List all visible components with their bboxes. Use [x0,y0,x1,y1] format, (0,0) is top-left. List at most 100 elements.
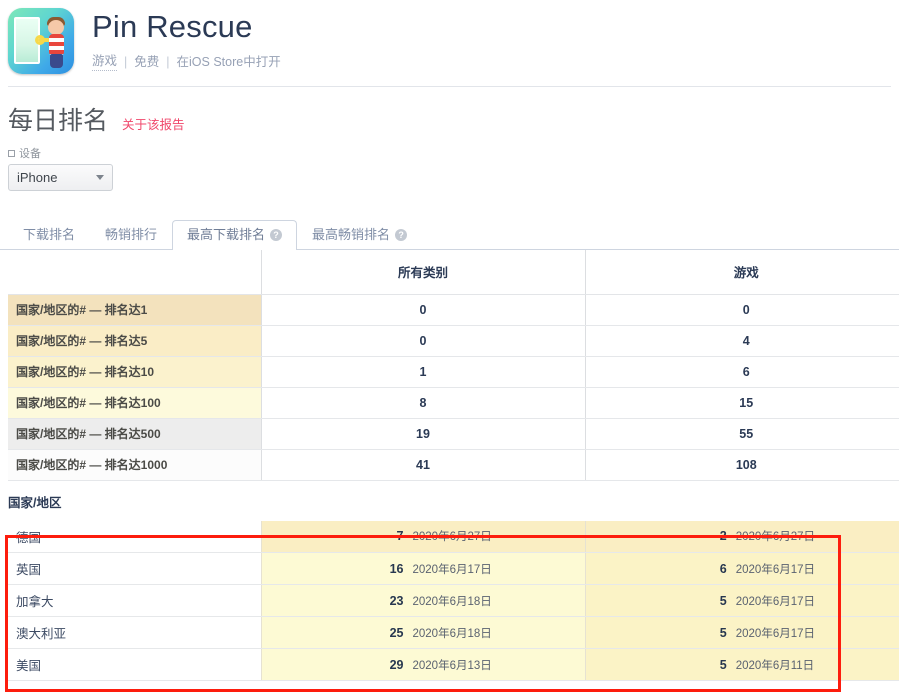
threshold-all-value: 8 [260,387,585,419]
threshold-header-blank [8,250,261,295]
country-name: 英国 [8,552,261,585]
device-filter-label: 设备 [19,148,41,160]
character-head-icon [48,20,64,35]
app-category[interactable]: 游戏 [92,53,118,71]
threshold-table: 所有类别 游戏 国家/地区的# — 排名达1 0 0 国家/地区的# — 排名达… [8,250,899,481]
country-all-date: 2020年6月17日 [412,563,492,576]
tab-top-grossing-rank[interactable]: 最高畅销排名 ? [297,220,422,250]
threshold-header-all-categories: 所有类别 [260,250,585,295]
tab-grossing-rank[interactable]: 畅销排行 [90,220,172,250]
country-all-date: 2020年6月18日 [412,595,492,608]
country-table: 德国 7 2020年6月27日 2 2020年6月27日 英国 16 2020年… [8,520,899,681]
country-all-date: 2020年6月13日 [412,659,492,672]
threshold-all-value: 0 [260,294,585,326]
table-row: 国家/地区的# — 排名达1 0 0 [8,294,899,326]
rank-tabs: 下载排名 畅销排行 最高下载排名 ? 最高畅销排名 ? [0,219,899,250]
country-all-date: 2020年6月27日 [412,531,492,544]
threshold-table-wrap: 所有类别 游戏 国家/地区的# — 排名达1 0 0 国家/地区的# — 排名达… [0,250,899,481]
help-icon[interactable]: ? [395,229,408,241]
threshold-all-value: 41 [260,449,585,481]
app-subtitle: 游戏 | 免费 | 在iOS Store中打开 [92,53,281,71]
country-all-cell: 7 2020年6月27日 [260,520,585,553]
threshold-header-games: 游戏 [584,250,899,295]
country-games-date: 2020年6月17日 [735,627,816,640]
threshold-games-value: 108 [584,449,899,481]
country-all-rank: 25 [389,625,404,640]
country-name: 澳大利亚 [8,616,261,649]
tab-top-download-rank[interactable]: 最高下载排名 ? [172,220,298,250]
device-filter: 设备 iPhone [0,137,899,191]
country-games-cell: 6 2020年6月17日 [584,552,899,585]
about-report-link[interactable]: 关于该报告 [122,114,185,133]
country-games-cell: 5 2020年6月11日 [584,648,899,681]
country-all-rank: 29 [389,657,404,672]
country-games-date: 2020年6月17日 [735,563,816,576]
country-games-rank: 5 [719,657,727,672]
country-games-rank: 2 [719,529,727,544]
country-section-title: 国家/地区 [8,495,62,510]
table-row: 澳大利亚 25 2020年6月18日 5 2020年6月17日 [8,616,899,649]
country-all-rank: 16 [389,561,404,576]
device-select-value: iPhone [17,170,58,185]
tab-label: 最高下载排名 [187,227,266,242]
help-icon[interactable]: ? [270,229,283,241]
country-name: 加拿大 [8,584,261,617]
character-body-icon [49,34,64,56]
threshold-table-header-row: 所有类别 游戏 [8,250,899,295]
country-all-date: 2020年6月18日 [412,627,492,640]
threshold-games-value: 55 [584,418,899,450]
app-title: Pin Rescue [92,9,253,44]
app-price: 免费 [134,55,160,69]
country-games-date: 2020年6月11日 [735,659,815,672]
country-games-rank: 5 [719,625,727,640]
table-row: 国家/地区的# — 排名达10 1 6 [8,356,899,388]
open-in-store-link[interactable]: 在iOS Store中打开 [177,54,281,70]
threshold-label: 国家/地区的# — 排名达1 [8,294,261,326]
country-games-rank: 6 [719,561,727,576]
report-header: 每日排名 关于该报告 [0,87,899,137]
table-row: 国家/地区的# — 排名达5 0 4 [8,325,899,357]
pin-rescue-app-icon [8,8,74,74]
country-games-cell: 5 2020年6月17日 [584,584,899,617]
character-legs-icon [50,54,63,68]
threshold-label: 国家/地区的# — 排名达500 [8,418,261,450]
threshold-all-value: 1 [260,356,585,388]
threshold-label: 国家/地区的# — 排名达1000 [8,449,261,481]
country-table-wrap: 德国 7 2020年6月27日 2 2020年6月27日 英国 16 2020年… [0,520,899,681]
table-row: 国家/地区的# — 排名达500 19 55 [8,418,899,450]
table-row: 美国 29 2020年6月13日 5 2020年6月11日 [8,648,899,681]
app-meta: Pin Rescue 游戏 | 免费 | 在iOS Store中打开 [92,8,281,71]
table-row: 国家/地区的# — 排名达100 8 15 [8,387,899,419]
tab-label: 畅销排行 [105,227,158,242]
threshold-all-value: 0 [260,325,585,357]
app-header: Pin Rescue 游戏 | 免费 | 在iOS Store中打开 [0,0,899,86]
tab-label: 最高畅销排名 [312,227,391,242]
country-games-cell: 2 2020年6月27日 [584,520,899,553]
separator-1: | [124,55,128,69]
country-all-cell: 29 2020年6月13日 [260,648,585,681]
country-games-date: 2020年6月27日 [735,531,816,544]
page-title: 每日排名 [8,107,109,135]
device-select[interactable]: iPhone [8,164,113,191]
threshold-games-value: 0 [584,294,899,326]
country-games-date: 2020年6月17日 [735,595,816,608]
threshold-games-value: 4 [584,325,899,357]
daily-rank-report-page: Pin Rescue 游戏 | 免费 | 在iOS Store中打开 每日排名 … [0,0,899,692]
chevron-down-icon [96,175,104,180]
threshold-label: 国家/地区的# — 排名达100 [8,387,261,419]
threshold-games-value: 6 [584,356,899,388]
tab-download-rank[interactable]: 下载排名 [8,220,90,250]
country-all-cell: 25 2020年6月18日 [260,616,585,649]
tab-label: 下载排名 [23,227,76,242]
threshold-games-value: 15 [584,387,899,419]
separator-2: | [166,55,170,69]
table-row: 国家/地区的# — 排名达1000 41 108 [8,449,899,481]
table-row: 英国 16 2020年6月17日 6 2020年6月17日 [8,552,899,585]
device-icon [8,149,15,157]
country-all-rank: 23 [389,593,404,608]
table-row: 德国 7 2020年6月27日 2 2020年6月27日 [8,520,899,553]
country-games-rank: 5 [719,593,727,608]
threshold-label: 国家/地区的# — 排名达10 [8,356,261,388]
country-games-cell: 5 2020年6月17日 [584,616,899,649]
country-name: 德国 [8,520,261,553]
